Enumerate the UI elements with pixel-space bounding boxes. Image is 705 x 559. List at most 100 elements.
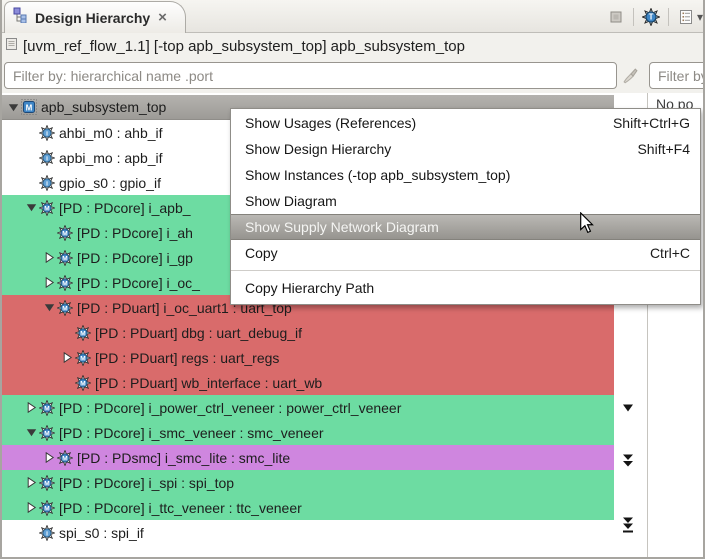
tab-title: Design Hierarchy [35,9,151,26]
hierarchy-tree-icon [13,7,29,28]
module-icon: M [39,399,57,416]
menu-item-show-usages-references[interactable]: Show Usages (References) Shift+Ctrl+G [231,110,700,136]
tree-row[interactable]: M [PD : PDuart] regs : uart_regs [2,345,614,370]
expander-expanded-icon[interactable] [6,102,21,113]
filter-bar [2,59,703,93]
menu-item-shortcut: Shift+F4 [637,141,690,157]
svg-text:i: i [46,155,48,162]
tab-close-icon[interactable]: × [158,10,167,25]
expander-expanded-icon[interactable] [42,302,57,313]
svg-text:M: M [62,280,67,287]
svg-text:M: M [62,230,67,237]
tree-row-label: [PD : PDcore] i_power_ctrl_veneer : powe… [59,399,402,416]
expander-collapsed-icon[interactable] [42,277,57,288]
toolbar-separator [668,7,669,26]
tree-row-label: [PD : PDuart] dbg : uart_debug_if [95,324,303,341]
svg-text:i: i [46,180,48,187]
svg-text:M: M [44,405,49,412]
hierarchy-filter-input[interactable] [4,62,617,89]
tree-row-label: [PD : PDcore] i_spi : spi_top [59,474,235,491]
expander-collapsed-icon[interactable] [24,402,39,413]
interface-icon: i [39,124,57,141]
tree-row-label: [PD : PDcore] i_smc_veneer : smc_veneer [59,424,324,441]
scroll-to-end-marker-icon[interactable] [621,517,635,539]
scroll-double-down-marker-icon[interactable] [621,454,635,473]
expander-collapsed-icon[interactable] [42,252,57,263]
tree-row[interactable]: M [PD : PDsmc] i_smc_lite : smc_lite [2,445,614,470]
interface-icon: i [39,174,57,191]
tree-row-label: [PD : PDsmc] i_smc_lite : smc_lite [77,449,291,466]
module-icon: M [39,474,57,491]
svg-text:M: M [62,305,67,312]
tree-row-label: [PD : PDcore] i_oc_ [77,274,200,291]
info-bar: [uvm_ref_flow_1.1] [-top apb_subsystem_t… [2,33,703,59]
tree-row[interactable]: M [PD : PDcore] i_spi : spi_top [2,470,614,495]
menu-item-copy[interactable]: Copy Ctrl+C [231,240,700,266]
module-icon: M [39,199,57,216]
tab-design-hierarchy[interactable]: Design Hierarchy × [4,1,186,33]
module-icon: M [75,374,93,391]
svg-text:M: M [62,255,67,262]
module-icon: M [75,324,93,341]
tree-row-label: [PD : PDcore] i_ttc_veneer : ttc_veneer [59,499,302,516]
module-icon: M [57,224,75,241]
svg-text:M: M [44,480,49,487]
expander-expanded-icon[interactable] [24,202,39,213]
top-context-label: [uvm_ref_flow_1.1] [-top apb_subsystem_t… [23,37,465,55]
tree-row-label: [PD : PDuart] regs : uart_regs [95,349,280,366]
svg-text:i: i [46,130,48,137]
svg-text:T: T [649,12,654,21]
tree-row[interactable]: i spi_s0 : spi_if [2,520,614,545]
svg-text:M: M [44,505,49,512]
interface-icon: i [39,149,57,166]
trace-module-icon[interactable]: T [640,5,662,29]
tree-row[interactable]: M [PD : PDuart] wb_interface : uart_wb [2,370,614,395]
expander-collapsed-icon[interactable] [42,452,57,463]
clear-filter-brush-icon[interactable] [622,67,639,89]
menu-item-show-instances-top-apb-subsystem-top[interactable]: Show Instances (-top apb_subsystem_top) [231,162,700,188]
scroll-down-marker-icon[interactable] [621,400,635,418]
menu-item-label: Copy [245,245,278,261]
menu-item-copy-hierarchy-path[interactable]: Copy Hierarchy Path [231,275,700,301]
module-icon: M [57,449,75,466]
svg-text:M: M [44,430,49,437]
tree-row-label: [PD : PDcore] i_apb_ [59,199,191,216]
svg-text:i: i [46,530,48,537]
menu-item-label: Show Supply Network Diagram [245,219,439,235]
expander-collapsed-icon[interactable] [24,477,39,488]
menu-item-shortcut: Ctrl+C [649,245,690,261]
tree-row-label: [PD : PDcore] i_gp [77,249,193,266]
minimized-square-icon[interactable] [605,5,627,29]
module-icon: M [57,274,75,291]
tree-row[interactable]: M [PD : PDuart] dbg : uart_debug_if [2,320,614,345]
menu-item-show-supply-network-diagram[interactable]: Show Supply Network Diagram [231,214,700,240]
menu-item-show-diagram[interactable]: Show Diagram [231,188,700,214]
tree-row-label: ahbi_m0 : ahb_if [59,124,163,141]
tree-row[interactable]: M [PD : PDcore] i_smc_veneer : smc_veneer [2,420,614,445]
ports-filter-input[interactable] [649,62,703,89]
svg-text:M: M [62,455,67,462]
tree-row[interactable]: M [PD : PDcore] i_ttc_veneer : ttc_veneer [2,495,614,520]
menu-item-label: Show Diagram [245,193,337,209]
expander-expanded-icon[interactable] [24,427,39,438]
view-menu-list-icon[interactable] [675,5,697,29]
menu-item-label: Show Design Hierarchy [245,141,392,157]
expander-collapsed-icon[interactable] [24,502,39,513]
module-icon: M [39,424,57,441]
document-icon [5,37,18,56]
expander-collapsed-icon[interactable] [60,352,75,363]
mouse-cursor [579,211,594,239]
svg-text:M: M [26,103,33,112]
toolbar-separator [633,7,634,26]
tree-row[interactable]: M [PD : PDcore] i_power_ctrl_veneer : pow… [2,395,614,420]
module-icon: M [57,299,75,316]
tree-row-label: gpio_s0 : gpio_if [59,174,161,191]
menu-item-label: Show Usages (References) [245,115,417,131]
menu-item-label: Copy Hierarchy Path [245,280,375,296]
design-hierarchy-view: Design Hierarchy × T ▾ [uvm_ref_flow_1.1… [0,0,705,559]
tree-row-label: [PD : PDcore] i_ah [77,224,193,241]
menu-item-show-design-hierarchy[interactable]: Show Design Hierarchy Shift+F4 [231,136,700,162]
dropdown-chevron-icon[interactable]: ▾ [697,10,703,24]
tab-bar: Design Hierarchy × T ▾ [2,0,703,33]
module-icon: M [39,499,57,516]
